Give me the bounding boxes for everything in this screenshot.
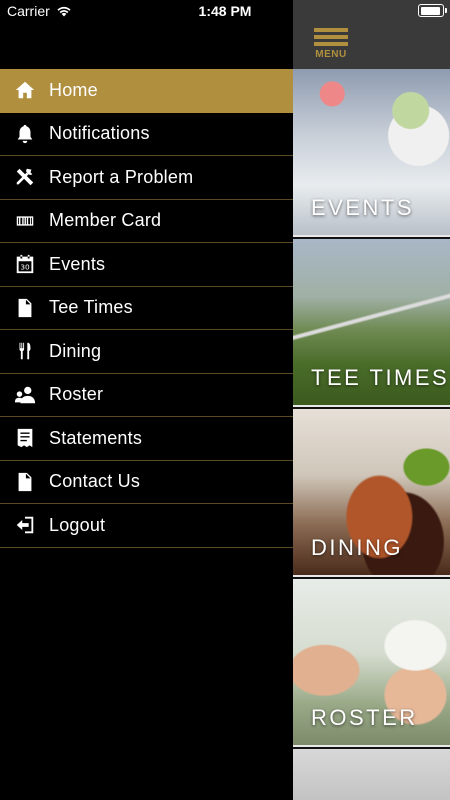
home-icon xyxy=(0,79,49,101)
menu-button[interactable]: MENU xyxy=(313,28,349,64)
tile-label: EVENTS xyxy=(311,195,415,220)
menu-item-label: Tee Times xyxy=(49,297,133,318)
menu-item-label: Contact Us xyxy=(49,471,141,492)
tile-label: TEE TIMES xyxy=(311,365,450,390)
menu-item-report-problem[interactable]: Report a Problem xyxy=(0,156,293,200)
main-content: MENU EVENTS TEE TIMES DINING ROSTER xyxy=(293,0,450,800)
statement-icon xyxy=(0,427,49,449)
menu-item-label: Dining xyxy=(49,340,102,361)
tile-dining[interactable]: DINING xyxy=(293,409,450,577)
menu-item-label: Statements xyxy=(49,427,143,448)
document-icon xyxy=(0,297,49,319)
status-bar: Carrier 1:48 PM xyxy=(0,0,450,22)
menu-item-logout[interactable]: Logout xyxy=(0,504,293,548)
svg-text:30: 30 xyxy=(20,263,30,272)
menu-item-label: Notifications xyxy=(49,123,150,144)
tile-tee-times[interactable]: TEE TIMES xyxy=(293,239,450,407)
menu-item-label: Logout xyxy=(49,514,106,535)
bell-icon xyxy=(0,123,49,145)
hamburger-icon-bar xyxy=(314,42,348,46)
barcode-icon xyxy=(0,210,49,232)
menu-item-roster[interactable]: Roster xyxy=(0,374,293,417)
navigation-drawer: Home Notifications Report a Problem Memb… xyxy=(0,0,293,800)
tile-label: ROSTER xyxy=(311,705,418,730)
menu-item-statements[interactable]: Statements xyxy=(0,417,293,461)
menu-item-notifications[interactable]: Notifications xyxy=(0,113,293,156)
status-time: 1:48 PM xyxy=(198,3,252,19)
hamburger-icon-bar xyxy=(314,35,348,39)
drawer-menu: Home Notifications Report a Problem Memb… xyxy=(0,69,293,548)
menu-item-tee-times[interactable]: Tee Times xyxy=(0,287,293,330)
people-icon xyxy=(0,384,49,406)
menu-item-label: Member Card xyxy=(49,210,162,231)
battery-icon xyxy=(418,4,447,17)
hamburger-icon xyxy=(314,28,348,32)
tile-events[interactable]: EVENTS xyxy=(293,69,450,237)
menu-item-member-card[interactable]: Member Card xyxy=(0,200,293,243)
tile-roster[interactable]: ROSTER xyxy=(293,579,450,747)
calendar-icon: 30 xyxy=(0,253,49,275)
menu-item-label: Home xyxy=(49,79,98,100)
menu-item-dining[interactable]: Dining xyxy=(0,330,293,374)
menu-item-label: Report a Problem xyxy=(49,166,194,187)
menu-item-label: Roster xyxy=(49,384,104,405)
menu-button-label: MENU xyxy=(315,49,347,60)
menu-item-contact-us[interactable]: Contact Us xyxy=(0,461,293,504)
menu-item-events[interactable]: 30 Events xyxy=(0,243,293,287)
tools-icon xyxy=(0,166,49,188)
document-icon xyxy=(0,471,49,493)
fork-knife-icon xyxy=(0,340,49,362)
tile-label: DINING xyxy=(311,535,403,560)
tile-partial[interactable] xyxy=(293,749,450,800)
menu-item-home[interactable]: Home xyxy=(0,69,293,113)
menu-item-label: Events xyxy=(49,253,106,274)
logout-icon xyxy=(0,514,49,536)
